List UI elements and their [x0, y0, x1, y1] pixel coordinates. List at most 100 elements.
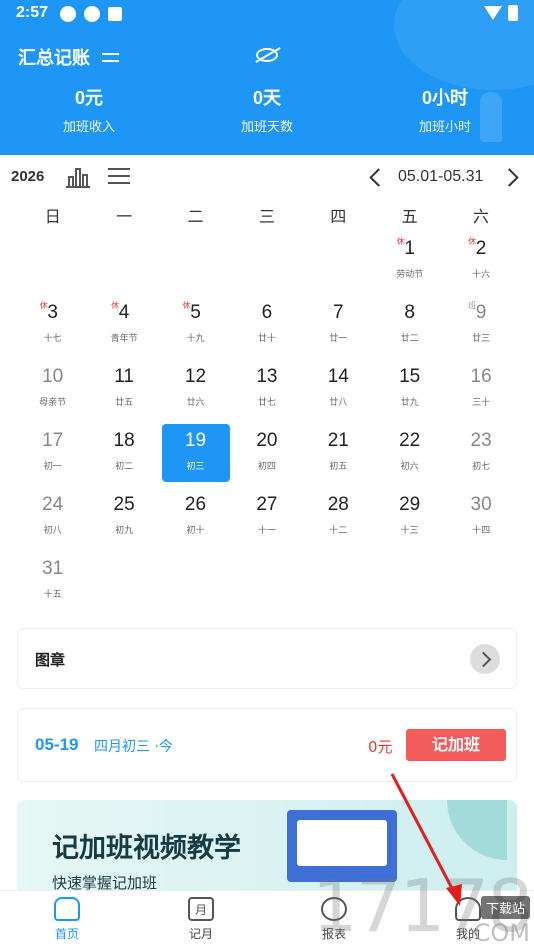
calendar-day[interactable]: 13 廿七 — [233, 360, 301, 418]
home-icon — [54, 897, 80, 921]
day-number: 20 — [256, 430, 278, 451]
weekday-label: 一 — [116, 207, 133, 226]
nav-home[interactable]: 首页 — [27, 897, 107, 942]
calendar-day[interactable]: 24 初八 — [19, 488, 87, 546]
calendar-icon: 月 — [188, 897, 214, 921]
lunar-date: 十七 — [43, 334, 62, 344]
calendar-day[interactable]: 31 十五 — [19, 552, 87, 610]
day-number: 10 — [42, 366, 64, 387]
previous-month-chevron-icon[interactable] — [364, 165, 388, 189]
calendar-day[interactable]: 休 2 十六 — [447, 232, 515, 290]
lunar-date: 初三 — [186, 462, 205, 472]
stat-hours[interactable]: 0小时 加班小时 — [356, 84, 534, 135]
day-number: 9 — [475, 302, 487, 323]
calendar-day[interactable]: 7 廿一 — [304, 296, 372, 354]
stat-value: 0小时 — [421, 88, 468, 108]
lunar-date: 初九 — [115, 526, 134, 536]
calendar-day[interactable]: 16 三十 — [447, 360, 515, 418]
record-lunar-date: 四月初三 ·今 — [94, 739, 173, 755]
nav-label: 记月 — [188, 927, 213, 941]
weekday-label: 三 — [258, 207, 275, 226]
title-row[interactable]: 汇总记账 — [18, 44, 122, 70]
calendar-day[interactable]: 30 十四 — [447, 488, 515, 546]
next-month-chevron-icon[interactable] — [500, 165, 524, 189]
calendar-day[interactable]: 29 十三 — [376, 488, 444, 546]
stat-label: 加班收入 — [62, 120, 115, 135]
year-label[interactable]: 2026 — [11, 168, 44, 185]
chevron-right-icon[interactable] — [470, 644, 500, 674]
nav-month[interactable]: 月 记月 — [161, 897, 241, 942]
lunar-date: 廿九 — [400, 398, 419, 408]
stat-income[interactable]: 0元 加班收入 — [0, 84, 178, 135]
banner-title: 记加班视频教学 — [52, 833, 241, 864]
calendar-day[interactable]: 21 初五 — [304, 424, 372, 482]
battery-icon — [508, 5, 518, 21]
day-number: 6 — [261, 302, 273, 323]
lunar-date: 廿七 — [257, 398, 276, 408]
calendar-day[interactable]: 28 十二 — [304, 488, 372, 546]
stamp-card-title: 图章 — [35, 651, 66, 669]
calendar-day[interactable]: 8 廿二 — [376, 296, 444, 354]
calendar-day[interactable]: 班 9 廿三 — [447, 296, 515, 354]
calendar-day[interactable]: 27 十一 — [233, 488, 301, 546]
calendar-day[interactable]: 15 廿九 — [376, 360, 444, 418]
calendar-day-today[interactable]: 19 初三 — [161, 424, 230, 482]
day-number: 13 — [256, 366, 278, 387]
day-number: 7 — [333, 302, 344, 323]
day-number: 4 — [118, 302, 130, 323]
banner-subtitle: 快速掌握记加班 — [52, 874, 158, 892]
lunar-date: 初八 — [43, 526, 62, 536]
calendar-day[interactable]: 20 初四 — [233, 424, 301, 482]
plant-decoration-icon — [480, 92, 502, 142]
lunar-date: 十二 — [329, 526, 348, 536]
lunar-date: 初五 — [329, 462, 348, 472]
calendar-day[interactable]: 休 3 十七 — [19, 296, 87, 354]
calendar-day[interactable]: 23 初七 — [447, 424, 515, 482]
stat-value: 0元 — [74, 88, 103, 108]
lunar-date: 初二 — [115, 462, 134, 472]
lunar-date: 初四 — [257, 462, 276, 472]
day-number: 25 — [113, 494, 135, 515]
calendar-day[interactable]: 休 4 青年节 — [90, 296, 158, 354]
record-date: 05-19 — [35, 735, 79, 754]
lunar-date: 廿八 — [329, 398, 348, 408]
swap-icon[interactable] — [100, 46, 122, 68]
list-view-icon[interactable] — [108, 166, 130, 186]
app-notification-icon — [60, 6, 76, 22]
date-range[interactable]: 05.01-05.31 — [398, 168, 483, 186]
calendar-day[interactable]: 11 廿五 — [90, 360, 158, 418]
calendar-day[interactable]: 22 初六 — [376, 424, 444, 482]
day-number: 14 — [327, 366, 349, 387]
lunar-date: 廿二 — [400, 334, 419, 344]
hide-amount-eye-icon[interactable] — [256, 48, 278, 62]
calendar-day[interactable]: 6 廿十 — [233, 296, 301, 354]
stamp-card[interactable]: 图章 — [17, 628, 517, 689]
lunar-date: 十一 — [257, 526, 276, 536]
calendar-day[interactable]: 25 初九 — [90, 488, 158, 546]
lunar-date: 十六 — [472, 270, 491, 280]
bar-chart-icon[interactable] — [66, 166, 90, 188]
calendar-day[interactable]: 18 初二 — [90, 424, 158, 482]
calendar-day[interactable]: 26 初十 — [162, 488, 230, 546]
day-number: 15 — [399, 366, 421, 387]
day-number: 2 — [475, 238, 487, 259]
watermark-domain: .COM — [466, 919, 530, 947]
day-number: 12 — [184, 366, 207, 387]
calendar-day[interactable]: 休 5 十九 — [162, 296, 230, 354]
record-overtime-button[interactable]: 记加班 — [406, 729, 506, 761]
weekday-label: 二 — [187, 207, 204, 226]
calendar-day[interactable]: 休 1 劳动节 — [376, 232, 444, 290]
calendar-day[interactable]: 17 初一 — [19, 424, 87, 482]
stat-days[interactable]: 0天 加班天数 — [178, 84, 356, 135]
day-number: 5 — [190, 302, 201, 323]
lunar-date: 母亲节 — [39, 398, 67, 408]
lunar-date: 初十 — [186, 526, 205, 536]
calendar-day[interactable]: 10 母亲节 — [19, 360, 87, 418]
calendar-day[interactable]: 12 廿六 — [162, 360, 230, 418]
lunar-date: 三十 — [472, 398, 491, 408]
weekday-label: 六 — [473, 207, 490, 226]
status-time: 2:57 — [16, 4, 49, 21]
calendar-day[interactable]: 14 廿八 — [304, 360, 372, 418]
wifi-icon — [484, 6, 502, 20]
lunar-date: 廿五 — [115, 398, 134, 408]
